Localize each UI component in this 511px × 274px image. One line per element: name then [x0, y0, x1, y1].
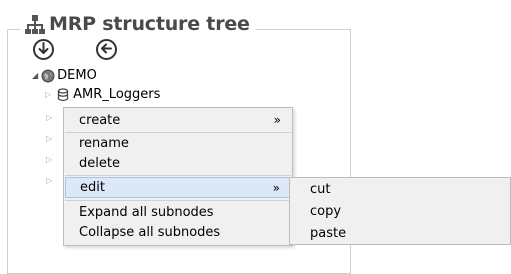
menu-divider	[65, 200, 291, 201]
menu-item-create[interactable]: create »	[65, 110, 291, 130]
menu-item-label: rename	[79, 135, 129, 151]
menu-item-label: copy	[310, 203, 342, 219]
tree-node-amr-loggers[interactable]: ▷ AMR_Loggers	[45, 87, 160, 102]
menu-item-label: Expand all subnodes	[79, 204, 214, 220]
menu-item-expand-all[interactable]: Expand all subnodes	[65, 202, 291, 222]
arrow-left-icon	[100, 40, 113, 59]
menu-item-label: edit	[80, 180, 105, 195]
submenu-arrow-icon: »	[272, 180, 280, 195]
menu-item-label: cut	[310, 181, 331, 197]
menu-item-cut[interactable]: cut	[291, 179, 509, 199]
expand-triangle-icon[interactable]: ▷	[46, 134, 52, 143]
database-icon	[57, 87, 69, 102]
back-button[interactable]	[96, 39, 117, 60]
submenu-arrow-icon: »	[273, 113, 281, 127]
panel-legend: MRP structure tree	[20, 10, 256, 38]
menu-divider	[65, 175, 291, 176]
tree-node-demo[interactable]: ◢ DEMO	[32, 68, 97, 83]
globe-icon	[41, 69, 55, 83]
hierarchy-icon	[24, 13, 46, 35]
tree-node-label: AMR_Loggers	[73, 87, 161, 102]
menu-item-paste[interactable]: paste	[291, 223, 509, 243]
context-menu: create » rename delete edit » Expand all…	[63, 107, 293, 246]
expand-triangle-icon[interactable]: ▷	[46, 155, 52, 164]
arrow-down-icon	[37, 40, 50, 59]
menu-item-rename[interactable]: rename	[65, 133, 291, 153]
expand-triangle-icon[interactable]: ▷	[46, 113, 52, 122]
menu-item-label: delete	[79, 155, 120, 171]
menu-item-copy[interactable]: copy	[291, 201, 509, 221]
menu-item-label: Collapse all subnodes	[79, 224, 221, 240]
expand-triangle-icon[interactable]: ▷	[45, 90, 51, 99]
menu-item-label: paste	[310, 225, 347, 241]
collapse-triangle-icon[interactable]: ◢	[32, 71, 38, 80]
menu-item-label: create	[79, 112, 121, 128]
menu-item-collapse-all[interactable]: Collapse all subnodes	[65, 222, 291, 242]
expand-triangle-icon[interactable]: ▷	[46, 176, 52, 185]
menu-item-edit[interactable]: edit »	[65, 177, 291, 198]
panel-title: MRP structure tree	[49, 13, 250, 35]
menu-item-delete[interactable]: delete	[65, 153, 291, 173]
tree-node-label: DEMO	[57, 68, 97, 83]
expand-down-button[interactable]	[33, 39, 54, 60]
edit-submenu: cut copy paste	[289, 177, 511, 245]
